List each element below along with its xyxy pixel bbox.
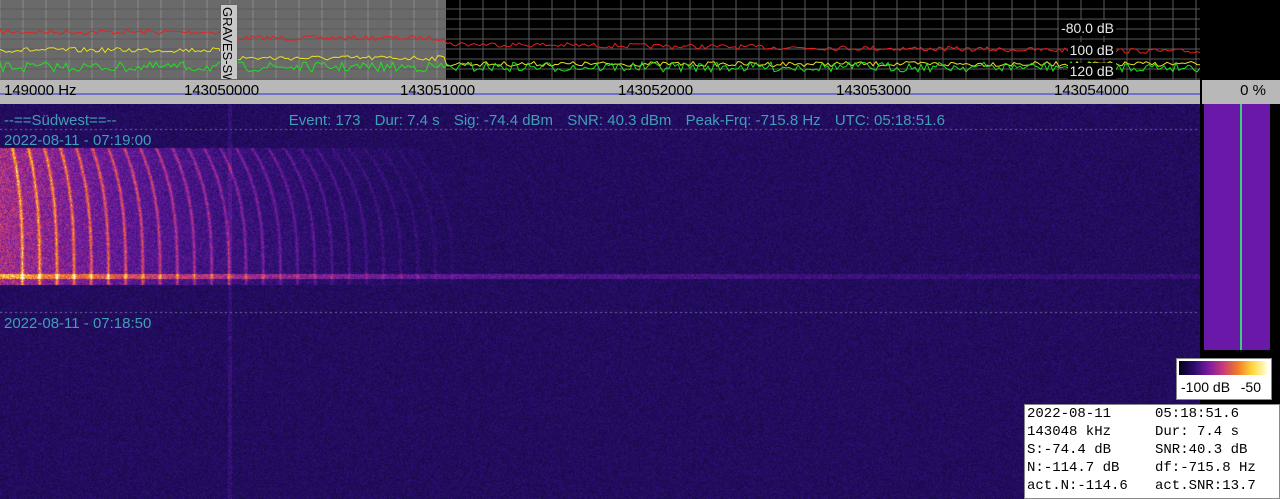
event-duration: Dur: 7.4 s bbox=[374, 112, 440, 129]
db-label-top: -80.0 dB bbox=[1059, 20, 1116, 36]
info-freq: 143048 kHz bbox=[1027, 424, 1112, 440]
freq-label-1: 143050000 bbox=[184, 82, 260, 99]
info-noise: N:-114.7 dB bbox=[1027, 460, 1120, 476]
event-count: Event: 173 bbox=[288, 112, 361, 129]
info-act-noise: act.N:-114.6 bbox=[1027, 478, 1128, 494]
freq-label-3: 143052000 bbox=[618, 82, 694, 99]
freq-label-4: 143053000 bbox=[836, 82, 912, 99]
db-label-mid: 100 dB bbox=[1067, 42, 1116, 58]
info-signal: S:-74.4 dB bbox=[1027, 442, 1112, 458]
info-time: 05:18:51.6 bbox=[1155, 406, 1240, 422]
spectrum-display[interactable]: GRAVES-SW -80.0 dB 100 dB 120 dB bbox=[0, 0, 1200, 80]
marker-label-text: GRAVES-SW bbox=[220, 7, 235, 80]
event-info-box: 2022-08-11 05:18:51.6 143048 kHz Dur: 7.… bbox=[1024, 404, 1280, 499]
level-marker bbox=[1240, 104, 1242, 350]
graves-marker-label[interactable]: GRAVES-SW bbox=[220, 4, 238, 80]
frequency-axis[interactable]: 149000 Hz 143050000 143051000 143052000 … bbox=[0, 80, 1200, 104]
info-act-snr: act.SNR:13.7 bbox=[1155, 478, 1256, 494]
freq-label-0: 149000 Hz bbox=[4, 82, 77, 99]
event-status-line: --==Südwest==-- Event: 173 Dur: 7.4 s Si… bbox=[4, 112, 1194, 129]
colorbar-legend: -100 dB -50 bbox=[1176, 358, 1272, 400]
colorbar-min: -100 dB bbox=[1181, 379, 1231, 395]
frequency-ruler bbox=[0, 93, 1200, 95]
percent-indicator: 0 % bbox=[1202, 80, 1280, 104]
info-df: df:-715.8 Hz bbox=[1155, 460, 1256, 476]
event-peak-freq: Peak-Frq: -715.8 Hz bbox=[685, 112, 821, 129]
station-header: --==Südwest==-- bbox=[4, 112, 117, 129]
spectrum-traces bbox=[0, 0, 1200, 80]
event-signal: Sig: -74.4 dBm bbox=[453, 112, 554, 129]
info-snr: SNR:40.3 dB bbox=[1155, 442, 1248, 458]
timestamp-top: 2022-08-11 - 07:19:00 bbox=[4, 132, 152, 149]
event-utc: UTC: 05:18:51.6 bbox=[834, 112, 945, 129]
timestamp-mid: 2022-08-11 - 07:18:50 bbox=[4, 315, 152, 332]
info-duration: Dur: 7.4 s bbox=[1155, 424, 1240, 440]
colorbar-max: -50 bbox=[1240, 379, 1261, 395]
info-date: 2022-08-11 bbox=[1027, 406, 1112, 422]
waterfall-canvas bbox=[0, 104, 1200, 499]
waterfall-display[interactable]: --==Südwest==-- Event: 173 Dur: 7.4 s Si… bbox=[0, 104, 1200, 499]
db-label-bottom: 120 dB bbox=[1067, 63, 1116, 79]
freq-label-2: 143051000 bbox=[400, 82, 476, 99]
freq-label-5: 143054000 bbox=[1054, 82, 1130, 99]
percent-value: 0 % bbox=[1240, 82, 1266, 99]
event-snr: SNR: 40.3 dBm bbox=[567, 112, 672, 129]
colorbar-gradient bbox=[1179, 361, 1267, 375]
level-fill bbox=[1204, 104, 1270, 350]
